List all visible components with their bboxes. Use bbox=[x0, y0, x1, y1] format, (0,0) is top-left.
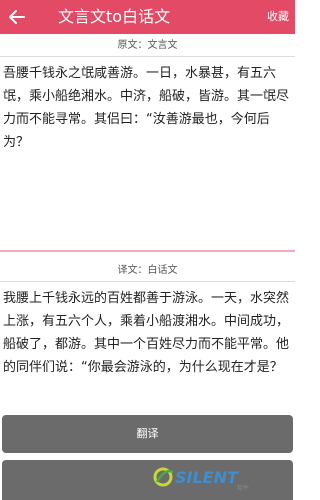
top-app-bar: 文言文to白话文 收藏 bbox=[0, 0, 295, 34]
back-arrow-icon bbox=[9, 10, 25, 24]
translated-text-output[interactable]: 我腰上千钱永远的百姓都善于游泳。一天，水突然上涨，有五六个人，乘着小船渡湘水。中… bbox=[3, 287, 293, 407]
original-text-input[interactable]: 吾腰千钱永之氓咸善游。一日，水暴甚，有五六氓，乘小船绝湘水。中济，船破，皆游。其… bbox=[3, 62, 293, 242]
original-section-label: 原文：文言文 bbox=[0, 35, 295, 57]
translate-button[interactable]: 翻译 bbox=[2, 415, 293, 453]
silent-watermark-logo: SILENT 软件 bbox=[153, 467, 249, 492]
watermark-sub-text: 软件 bbox=[237, 484, 249, 492]
translation-section-label: 译文：白话文 bbox=[0, 260, 295, 282]
watermark-brand-text: SILENT bbox=[175, 468, 239, 487]
favorite-button[interactable]: 收藏 bbox=[267, 0, 289, 34]
page-title: 文言文to白话文 bbox=[58, 7, 171, 26]
section-divider bbox=[0, 250, 295, 252]
back-button[interactable] bbox=[0, 0, 34, 34]
